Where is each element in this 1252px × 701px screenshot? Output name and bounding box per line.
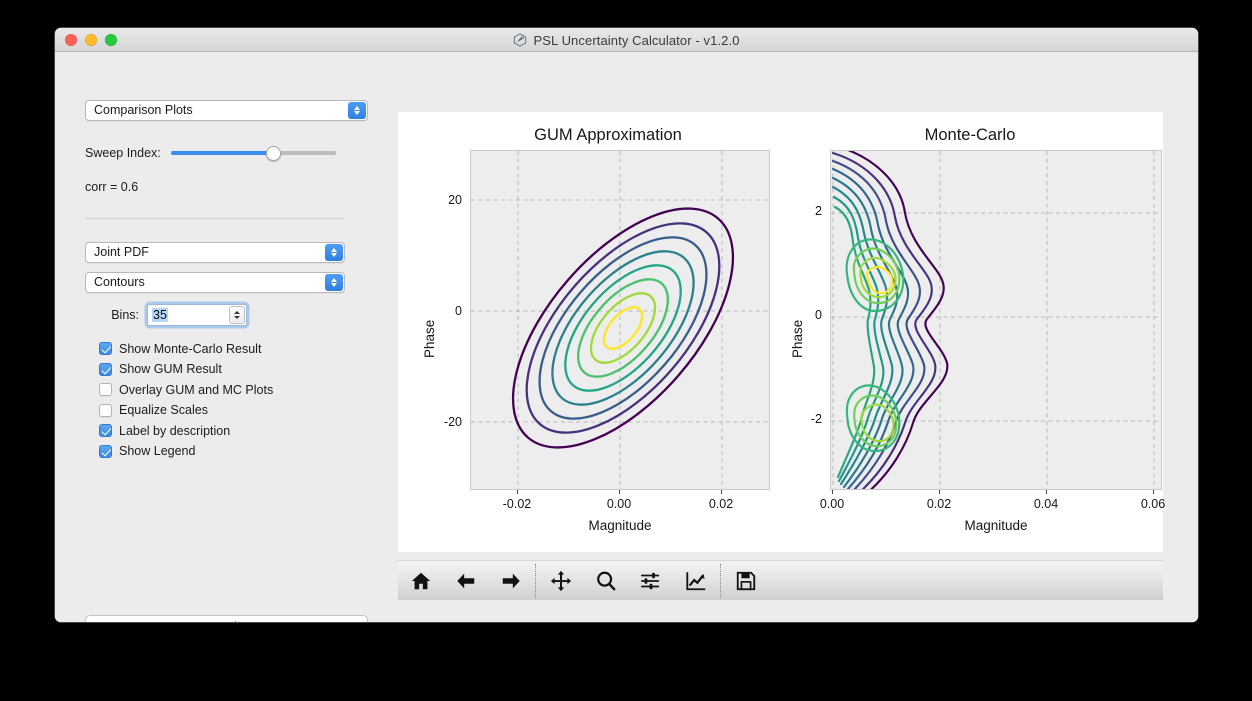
plot-style-select[interactable]: Contours xyxy=(85,272,345,293)
checkbox-box[interactable] xyxy=(99,342,112,355)
gum-gridlines xyxy=(471,151,769,489)
application-window: PSL Uncertainty Calculator - v1.2.0 Comp… xyxy=(55,28,1198,622)
slider-fill xyxy=(170,151,274,155)
mc-x-tick-mark xyxy=(939,490,940,494)
sweep-index-slider[interactable] xyxy=(170,143,336,163)
checkbox-overlay-gum-and-mc-plots[interactable]: Overlay GUM and MC Plots xyxy=(99,381,273,398)
toolbar-separator xyxy=(535,563,536,598)
correlation-readout: corr = 0.6 xyxy=(85,180,139,194)
gum-x-tick-mark xyxy=(720,490,722,494)
gum-contour-svg xyxy=(471,151,769,489)
options-checkbox-group: Show Monte-Carlo Result Show GUM Result … xyxy=(99,340,273,460)
gum-plot-area[interactable] xyxy=(470,150,770,490)
mode-select-value: Comparison Plots xyxy=(94,103,193,117)
gum-x-tick--0.02: -0.02 xyxy=(502,497,532,511)
mc-contour-svg xyxy=(831,151,1161,489)
sweep-index-row: Sweep Index: xyxy=(85,143,368,163)
mc-x-tick-0.04: 0.04 xyxy=(1033,497,1059,511)
toolbar-separator xyxy=(720,563,721,598)
mc-contour-levels xyxy=(831,151,949,489)
mc-y-axis-label: Phase xyxy=(790,319,805,358)
mc-plot-title: Monte-Carlo xyxy=(924,126,1016,144)
gum-y-tick--20: -20 xyxy=(443,415,462,429)
bins-row: Bins: 35 xyxy=(85,304,247,326)
checkbox-show-monte-carlo-result[interactable]: Show Monte-Carlo Result xyxy=(99,340,273,357)
gum-x-axis-label: Magnitude xyxy=(588,518,652,533)
gum-y-axis-label: Phase xyxy=(422,319,437,358)
checkbox-label: Show Legend xyxy=(119,444,196,458)
checkbox-box[interactable] xyxy=(99,424,112,437)
mode-select[interactable]: Comparison Plots xyxy=(85,100,368,121)
mc-x-tick-mark xyxy=(1046,490,1047,494)
mc-y-tick--2: -2 xyxy=(810,412,822,426)
stepper-icon[interactable] xyxy=(325,274,343,291)
checkbox-label: Overlay GUM and MC Plots xyxy=(119,382,274,397)
mc-x-tick-0.02: 0.02 xyxy=(926,497,952,511)
mc-x-tick-0.06: 0.06 xyxy=(1140,497,1166,511)
checkbox-equalize-scales[interactable]: Equalize Scales xyxy=(99,402,273,419)
back-button[interactable]: Back xyxy=(85,615,368,622)
bins-stepper-icon[interactable] xyxy=(229,306,245,324)
stepper-icon[interactable] xyxy=(348,102,366,119)
gum-x-tick-0.00: 0.00 xyxy=(606,497,632,511)
gum-y-tick-0: 0 xyxy=(455,304,462,318)
forward-arrow-icon[interactable] xyxy=(488,561,533,601)
zoom-magnifier-icon[interactable] xyxy=(583,561,628,601)
mc-y-tick-0: 0 xyxy=(815,308,822,322)
checkbox-show-gum-result[interactable]: Show GUM Result xyxy=(99,361,273,378)
edit-curve-chart-icon[interactable] xyxy=(673,561,718,601)
checkbox-label: Show Monte-Carlo Result xyxy=(119,341,262,356)
checkbox-show-legend[interactable]: Show Legend xyxy=(99,443,273,460)
window-title: PSL Uncertainty Calculator - v1.2.0 xyxy=(533,32,740,48)
gum-x-tick-mark xyxy=(618,490,620,494)
mc-x-tick-0.00: 0.00 xyxy=(819,497,845,511)
checkbox-box[interactable] xyxy=(99,444,112,458)
gum-y-tick-20: 20 xyxy=(448,193,462,207)
figure-canvas: GUM Approximation Phase 20 0 -20 -0.02 0… xyxy=(398,112,1165,552)
stepper-icon[interactable] xyxy=(325,244,343,261)
pdf-type-select[interactable]: Joint PDF xyxy=(85,242,345,263)
bins-input[interactable]: 35 xyxy=(147,304,247,326)
pan-move-icon[interactable] xyxy=(538,561,583,601)
save-floppy-icon[interactable] xyxy=(723,561,768,601)
mc-x-tick-mark xyxy=(832,490,833,494)
gum-x-tick-mark xyxy=(516,490,518,494)
title-group: PSL Uncertainty Calculator - v1.2.0 xyxy=(55,28,1198,52)
matplotlib-toolbar xyxy=(398,560,1163,600)
home-icon[interactable] xyxy=(398,561,443,601)
psl-logo-icon xyxy=(513,33,527,47)
pdf-type-value: Joint PDF xyxy=(94,245,149,259)
window-body: Comparison Plots Sweep Index: corr = 0.6… xyxy=(55,52,1198,622)
plot-style-value: Contours xyxy=(94,275,145,289)
checkbox-label: Show GUM Result xyxy=(119,362,222,376)
sweep-index-label: Sweep Index: xyxy=(85,146,161,160)
gum-x-tick-0.02: 0.02 xyxy=(708,497,734,511)
back-arrow-icon[interactable] xyxy=(443,561,488,601)
mc-x-axis-label: Magnitude xyxy=(964,518,1028,533)
checkbox-label-by-description[interactable]: Label by description xyxy=(99,422,273,439)
title-bar: PSL Uncertainty Calculator - v1.2.0 xyxy=(55,28,1198,52)
mc-y-tick-2: 2 xyxy=(815,204,822,218)
checkbox-label: Equalize Scales xyxy=(119,403,208,417)
mc-plot-area[interactable] xyxy=(830,150,1162,490)
checkbox-box[interactable] xyxy=(99,403,112,417)
section-divider xyxy=(85,218,345,219)
checkbox-box[interactable] xyxy=(99,383,112,396)
slider-thumb[interactable] xyxy=(265,146,281,161)
bins-value: 35 xyxy=(152,308,168,322)
gum-plot-title: GUM Approximation xyxy=(534,126,682,144)
mc-x-tick-mark xyxy=(1153,490,1154,494)
gum-contour-levels xyxy=(511,207,735,449)
control-panel: Comparison Plots Sweep Index: corr = 0.6… xyxy=(85,100,368,622)
subplot-sliders-icon[interactable] xyxy=(628,561,673,601)
bins-label: Bins: xyxy=(111,308,139,322)
checkbox-box[interactable] xyxy=(99,362,112,376)
checkbox-label: Label by description xyxy=(119,423,231,438)
